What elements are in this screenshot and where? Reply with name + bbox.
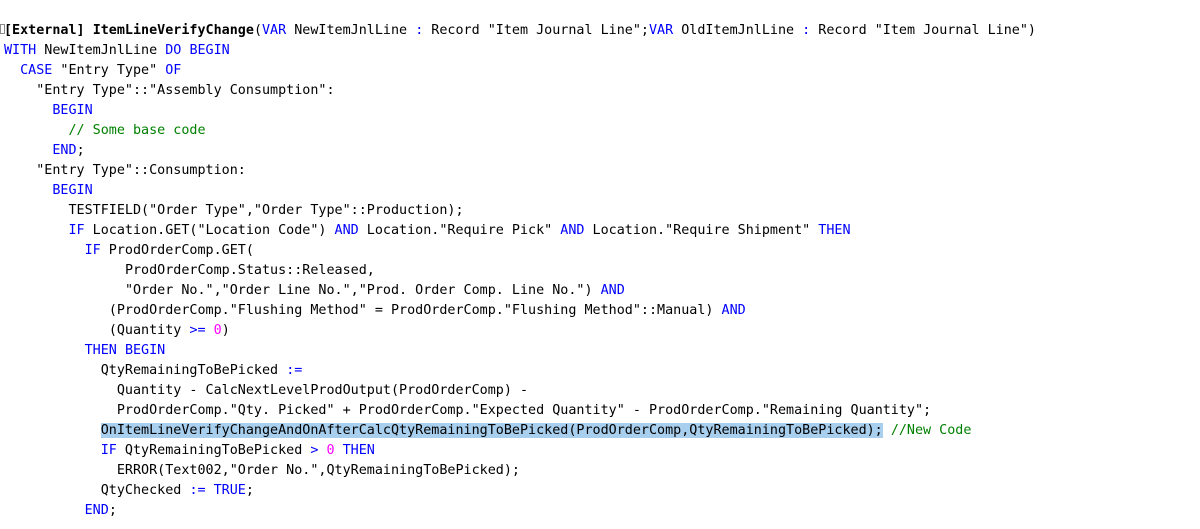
code-token: ProdOrderComp."Qty. Picked" + ProdOrderC… bbox=[116, 403, 932, 418]
code-number: 0 bbox=[326, 443, 335, 458]
code-token: ; bbox=[245, 483, 254, 498]
code-line-24: QtyChecked := TRUE; bbox=[4, 481, 254, 501]
selected-code[interactable]: OnItemLineVerifyChangeAndOnAfterCalcQtyR… bbox=[100, 423, 883, 438]
code-token: Location.GET("Location Code") bbox=[84, 223, 335, 238]
code-keyword: VAR bbox=[262, 23, 287, 38]
code-token: QtyRemainingToBePicked bbox=[100, 363, 287, 378]
code-token: Location."Require Shipment" bbox=[584, 223, 819, 238]
code-keyword: TRUE bbox=[213, 483, 246, 498]
code-line-20: ProdOrderComp."Qty. Picked" + ProdOrderC… bbox=[4, 401, 931, 421]
code-keyword: THEN bbox=[818, 223, 851, 238]
code-keyword: THEN bbox=[84, 343, 117, 358]
code-line-18: QtyRemainingToBePicked := bbox=[4, 361, 303, 381]
code-line-7: END; bbox=[4, 141, 85, 161]
code-line-2: WITH NewItemJnlLine DO BEGIN bbox=[4, 41, 230, 61]
code-line-22: IF QtyRemainingToBePicked > 0 THEN bbox=[4, 441, 375, 461]
code-token: "Entry Type"::"Assembly Consumption": bbox=[36, 83, 335, 98]
code-token: Record "Item Journal Line") bbox=[810, 23, 1036, 38]
code-token: QtyRemainingToBePicked bbox=[116, 443, 311, 458]
code-token: ProdOrderComp.Status::Released, bbox=[124, 263, 375, 278]
code-line-13: ProdOrderComp.Status::Released, bbox=[4, 261, 375, 281]
code-line-15: (ProdOrderComp."Flushing Method" = ProdO… bbox=[4, 301, 746, 321]
code-token: (ProdOrderComp."Flushing Method" = ProdO… bbox=[108, 303, 722, 318]
code-token: ERROR(Text002,"Order No.",QtyRemainingTo… bbox=[116, 463, 520, 478]
code-line-17: THEN BEGIN bbox=[4, 341, 166, 361]
code-keyword: IF bbox=[84, 243, 101, 258]
code-token: ProdOrderComp.GET( bbox=[100, 243, 254, 258]
code-token: ( bbox=[253, 23, 262, 38]
code-line-4: "Entry Type"::"Assembly Consumption": bbox=[4, 81, 335, 101]
code-operator: := bbox=[286, 363, 303, 378]
code-line-1: [External] ItemLineVerifyChange(VAR NewI… bbox=[4, 21, 1036, 41]
code-line-25: END; bbox=[4, 501, 117, 521]
code-line-23: ERROR(Text002,"Order No.",QtyRemainingTo… bbox=[4, 461, 520, 481]
code-line-11: IF Location.GET("Location Code") AND Loc… bbox=[4, 221, 851, 241]
code-token: NewItemJnlLine bbox=[36, 43, 166, 58]
code-operator: >= bbox=[189, 323, 206, 338]
code-keyword: BEGIN bbox=[52, 103, 93, 118]
code-comment: //New Code bbox=[890, 423, 972, 438]
code-keyword: AND bbox=[600, 283, 625, 298]
code-token: "Entry Type" bbox=[52, 63, 166, 78]
code-number: 0 bbox=[213, 323, 222, 338]
code-token: TESTFIELD("Order Type","Order Type"::Pro… bbox=[68, 203, 464, 218]
code-token: QtyChecked bbox=[100, 483, 190, 498]
code-keyword: VAR bbox=[648, 23, 674, 38]
code-line-8: "Entry Type"::Consumption: bbox=[4, 161, 246, 181]
code-keyword: WITH bbox=[4, 43, 37, 58]
code-line-12: IF ProdOrderComp.GET( bbox=[4, 241, 254, 261]
code-token: ) bbox=[221, 323, 230, 338]
code-token: ; bbox=[108, 503, 117, 518]
code-comment: // Some base code bbox=[68, 123, 206, 138]
code-token: "Order No.","Order Line No.","Prod. Orde… bbox=[124, 283, 601, 298]
code-token: NewItemJnlLine bbox=[286, 23, 416, 38]
code-keyword: BEGIN bbox=[124, 343, 166, 358]
code-token: Location."Require Pick" bbox=[358, 223, 561, 238]
code-keyword: BEGIN bbox=[189, 43, 230, 58]
code-keyword: THEN bbox=[342, 443, 375, 458]
code-keyword: AND bbox=[721, 303, 746, 318]
external-attribute: [External] bbox=[4, 23, 85, 38]
code-keyword: IF bbox=[100, 443, 117, 458]
code-operator: := bbox=[189, 483, 206, 498]
code-keyword: END bbox=[84, 503, 109, 518]
code-token: (Quantity bbox=[108, 323, 190, 338]
code-line-3: CASE "Entry Type" OF bbox=[4, 61, 181, 81]
code-line-16: (Quantity >= 0) bbox=[4, 321, 230, 341]
code-line-19: Quantity - CalcNextLevelProdOutput(ProdO… bbox=[4, 381, 528, 401]
code-keyword: DO bbox=[165, 43, 182, 58]
code-line-21: OnItemLineVerifyChangeAndOnAfterCalcQtyR… bbox=[4, 421, 971, 441]
code-keyword: AND bbox=[560, 223, 585, 238]
code-token: ; bbox=[76, 143, 85, 158]
code-keyword: BEGIN bbox=[52, 183, 93, 198]
code-keyword: END bbox=[52, 143, 77, 158]
code-token: "Entry Type"::Consumption: bbox=[36, 163, 246, 178]
code-keyword: CASE bbox=[20, 63, 53, 78]
code-line-6: // Some base code bbox=[4, 121, 206, 141]
code-line-5: BEGIN bbox=[4, 101, 93, 121]
code-line-10: TESTFIELD("Order Type","Order Type"::Pro… bbox=[4, 201, 464, 221]
code-keyword: IF bbox=[68, 223, 85, 238]
code-token: OldItemJnlLine bbox=[673, 23, 803, 38]
code-token: Quantity - CalcNextLevelProdOutput(ProdO… bbox=[116, 383, 529, 398]
code-keyword: AND bbox=[334, 223, 359, 238]
code-editor[interactable]: [External] ItemLineVerifyChange(VAR NewI… bbox=[0, 0, 1200, 529]
code-line-9: BEGIN bbox=[4, 181, 93, 201]
code-line-14: "Order No.","Order Line No.","Prod. Orde… bbox=[4, 281, 625, 301]
code-token: Record "Item Journal Line"; bbox=[423, 23, 649, 38]
code-keyword: OF bbox=[165, 63, 182, 78]
procedure-name: ItemLineVerifyChange bbox=[92, 23, 254, 38]
